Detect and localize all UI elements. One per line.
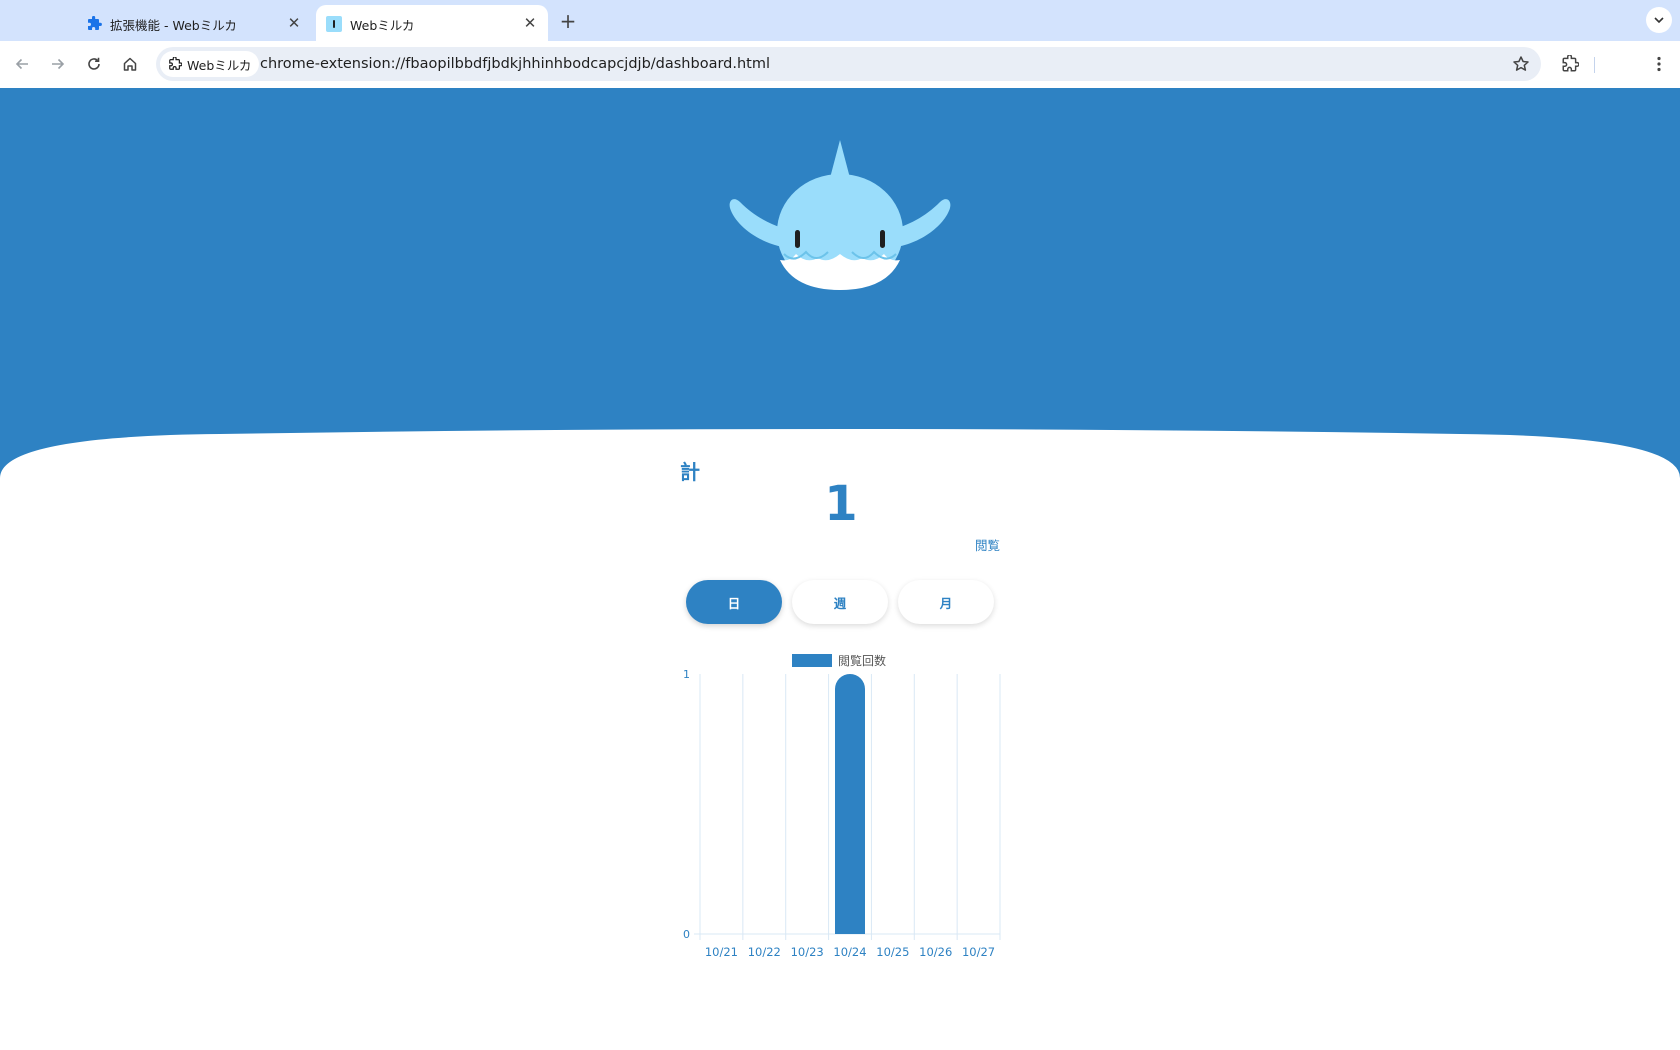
tab-strip: 拡張機能 - Webミルカ ✕ Webミルカ ✕ +	[0, 0, 1680, 41]
total-value: 1	[824, 476, 858, 532]
x-tick-label: 10/22	[748, 945, 781, 959]
hero-curve	[0, 378, 1680, 478]
site-chip-label: Webミルカ	[187, 57, 252, 73]
extensions-button[interactable]	[1557, 51, 1583, 77]
more-vertical-icon	[1657, 56, 1661, 72]
browser-toolbar: Webミルカ chrome-extension://fbaopilbbdfjbd…	[0, 41, 1680, 88]
views-bar-chart: 0 1 10/21 10/22 10/23 10/24 10/25 10/26 10/27 閲覧…	[683, 654, 1001, 959]
site-info-chip[interactable]: Webミルカ	[160, 51, 260, 77]
day-button[interactable]: 日	[686, 580, 782, 624]
browser-menu-button[interactable]	[1646, 51, 1672, 77]
total-unit: 閲覧	[974, 538, 1000, 553]
y-tick-label: 0	[683, 928, 690, 941]
x-tick-label: 10/26	[919, 945, 952, 959]
x-tick-label: 10/27	[962, 945, 995, 959]
x-tick-label: 10/21	[705, 945, 738, 959]
arrow-left-icon	[15, 58, 28, 70]
home-icon	[123, 57, 137, 71]
tab-webmiruka[interactable]: Webミルカ ✕	[316, 5, 548, 41]
x-tick-label: 10/24	[833, 945, 866, 959]
chevron-down-icon	[1654, 17, 1664, 24]
legend-label[interactable]: 閲覧回数	[838, 654, 886, 668]
bookmark-star-icon[interactable]	[1511, 54, 1531, 74]
address-bar[interactable]: Webミルカ chrome-extension://fbaopilbbdfjbd…	[156, 47, 1541, 81]
reload-icon	[88, 57, 100, 70]
tab-extensions[interactable]: 拡張機能 - Webミルカ ✕	[76, 5, 312, 41]
bar[interactable]	[835, 674, 865, 934]
x-tick-label: 10/25	[876, 945, 909, 959]
week-button[interactable]: 週	[792, 580, 888, 624]
tab-close-icon[interactable]: ✕	[286, 14, 302, 32]
tab-search-button[interactable]	[1646, 7, 1672, 33]
period-toggle: 日 週 月	[686, 580, 996, 624]
shark-mascot-logo	[729, 140, 951, 290]
home-button[interactable]	[117, 51, 143, 77]
y-tick-label: 1	[683, 668, 690, 681]
tab-title: Webミルカ	[350, 18, 415, 33]
forward-button[interactable]	[45, 51, 71, 77]
arrow-right-icon	[52, 58, 65, 70]
puzzle-icon	[86, 15, 102, 32]
dashboard-page: 計 1 閲覧 日 週 月 0 1 10/21 10/22 10/23 10/24 10/25…	[0, 88, 1680, 1050]
new-tab-button[interactable]: +	[556, 9, 580, 33]
tab-title: 拡張機能 - Webミルカ	[110, 18, 237, 33]
legend-swatch[interactable]	[792, 654, 832, 667]
toolbar-divider	[1594, 57, 1595, 73]
reload-button[interactable]	[81, 51, 107, 77]
tab-close-icon[interactable]: ✕	[522, 14, 538, 32]
x-tick-label: 10/23	[791, 945, 824, 959]
month-button[interactable]: 月	[898, 580, 994, 624]
back-button[interactable]	[9, 51, 35, 77]
webmiruka-favicon-icon	[326, 16, 342, 32]
puzzle-icon	[1562, 55, 1579, 72]
url-text[interactable]: chrome-extension://fbaopilbbdfjbdkjhhinh…	[260, 56, 770, 72]
extension-icon	[169, 57, 182, 70]
